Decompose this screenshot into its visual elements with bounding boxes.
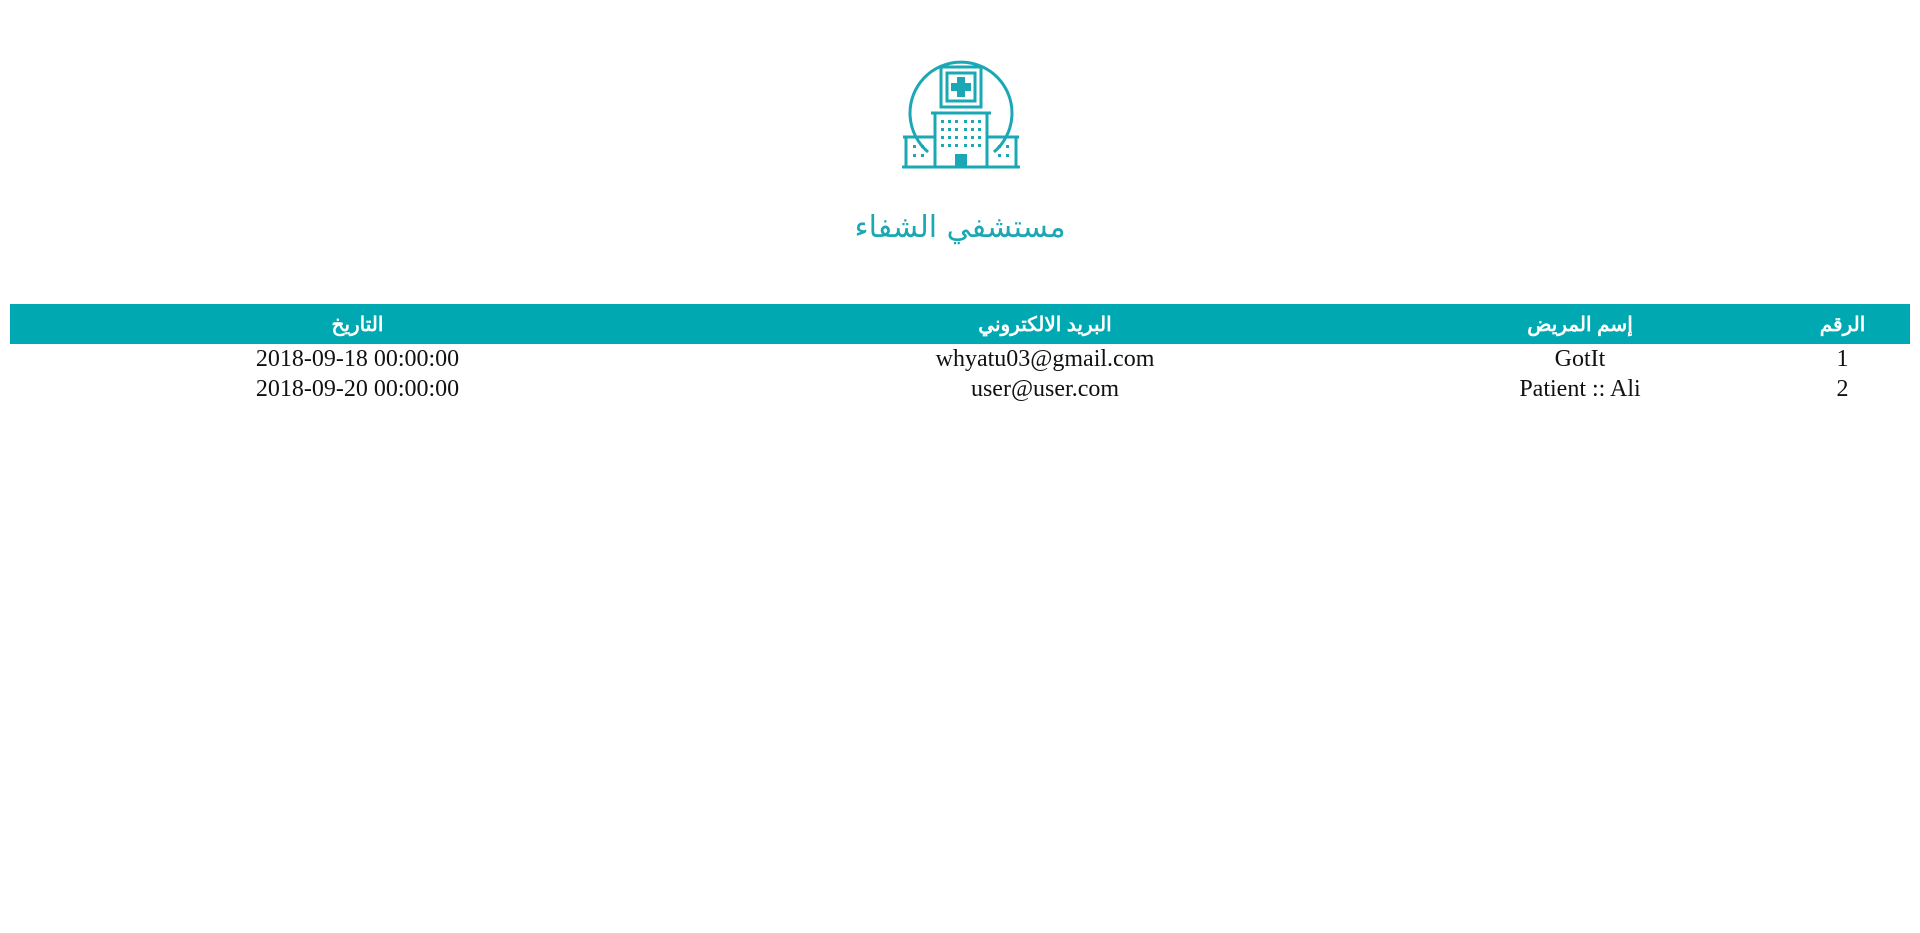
cell-email: user@user.com — [970, 376, 1120, 402]
cell-number: 1 — [1836, 346, 1849, 372]
column-header-number: الرقم — [1819, 313, 1866, 336]
hospital-name-title: مستشفي الشفاء — [854, 210, 1066, 245]
cell-date: 2018-09-18 00:00:00 — [255, 346, 460, 372]
patients-table: الرقم إسم المريض البريد الالكتروني التار… — [10, 304, 1910, 404]
column-header-patient-name: إسم المريض — [1527, 313, 1633, 336]
cell-date: 2018-09-20 00:00:00 — [255, 376, 460, 402]
table-row: 1 GotIt whyatu03@gmail.com 2018-09-18 00… — [10, 344, 1910, 374]
column-header-date: التاريخ — [331, 313, 384, 336]
column-header-email: البريد الالكتروني — [978, 313, 1112, 336]
cell-patient-name: GotIt — [1554, 346, 1606, 372]
cell-patient-name: Patient :: Ali — [1519, 376, 1641, 402]
page: مستشفي الشفاء الرقم إسم المريض البريد ال… — [0, 0, 1920, 933]
header-row: الرقم إسم المريض البريد الالكتروني التار… — [10, 304, 1910, 344]
patients-table-body: 1 GotIt whyatu03@gmail.com 2018-09-18 00… — [10, 344, 1910, 404]
hospital-building-icon — [902, 60, 1020, 169]
cell-email: whyatu03@gmail.com — [935, 346, 1155, 372]
patients-table-header: الرقم إسم المريض البريد الالكتروني التار… — [10, 304, 1910, 344]
cell-number: 2 — [1836, 376, 1849, 402]
table-row: 2 Patient :: Ali user@user.com 2018-09-2… — [10, 374, 1910, 404]
